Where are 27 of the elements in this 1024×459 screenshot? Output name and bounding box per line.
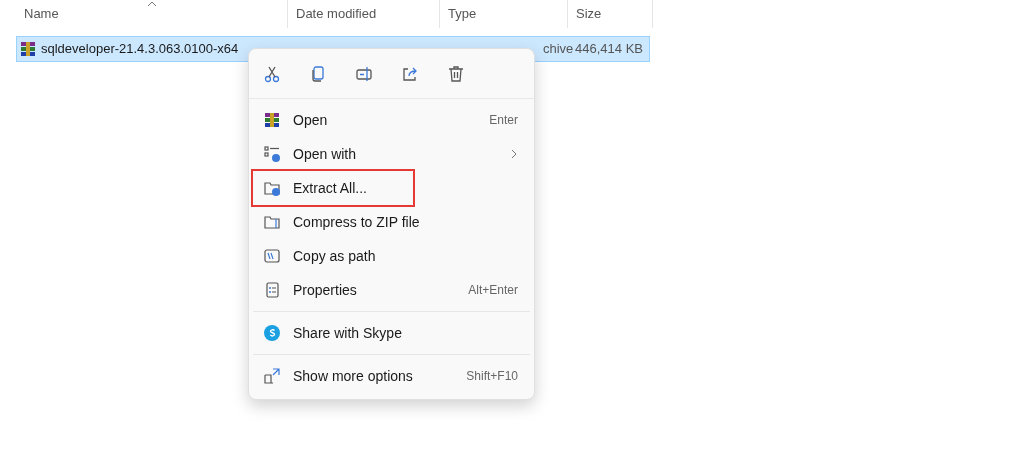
menu-item[interactable]: Compress to ZIP file (253, 205, 530, 239)
menu-item[interactable]: Copy as path (253, 239, 530, 273)
open-with-icon (263, 145, 281, 163)
column-header[interactable]: Date modified (296, 4, 377, 24)
file-size: 446,414 KB (575, 40, 644, 59)
menu-item[interactable]: Extract All... (253, 171, 413, 205)
skype-icon (263, 324, 281, 342)
shortcut-label: Enter (489, 112, 518, 129)
column-header[interactable]: Type (448, 4, 477, 24)
external-icon (263, 367, 281, 385)
menu-item[interactable]: Share with Skype (253, 316, 530, 350)
menu-item[interactable]: Open Enter (253, 103, 530, 137)
shortcut-label: Alt+Enter (468, 282, 518, 299)
shortcut-label: Shift+F10 (466, 368, 518, 385)
folder-icon (263, 179, 281, 197)
path-icon (263, 247, 281, 265)
column-header[interactable]: Name (24, 4, 59, 24)
properties-icon (263, 281, 281, 299)
archive-icon (20, 41, 36, 57)
menu-item[interactable]: Open with (253, 137, 530, 171)
zip-folder-icon (263, 213, 281, 231)
menu-item[interactable]: Properties Alt+Enter (253, 273, 530, 307)
file-type: chive (543, 40, 574, 59)
column-header[interactable]: Size (576, 4, 602, 24)
archive-icon (264, 112, 280, 128)
menu-item[interactable]: Show more options Shift+F10 (253, 359, 530, 393)
file-name: sqldeveloper-21.4.3.063.0100-x64 (41, 40, 239, 59)
